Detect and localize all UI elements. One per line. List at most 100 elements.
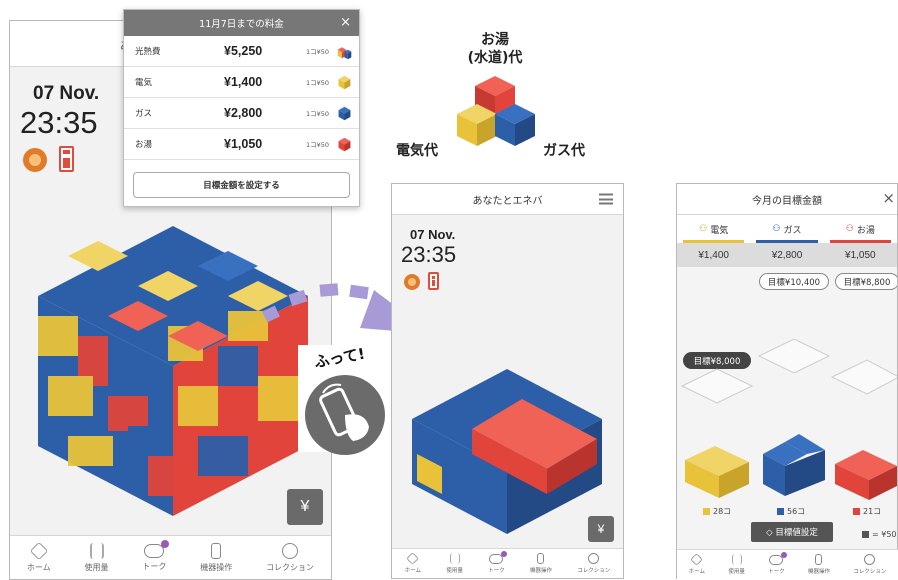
remote-icon (815, 554, 823, 565)
blue-cube-icon (338, 106, 351, 120)
person-icon: ⚇ (772, 224, 781, 234)
gas-cost: ¥2,800 (771, 249, 803, 261)
tab-collection[interactable]: コレクション (577, 553, 610, 574)
tab-usage[interactable]: 使用量 (84, 542, 109, 573)
popup-header: 11月7日までの料金 × (124, 10, 359, 36)
right-tab-bar: ホーム 使用量 トーク 機器操作 コレクション (677, 549, 898, 579)
popup-title: 11月7日までの料金 (199, 19, 284, 30)
tab-talk-label: トーク (488, 567, 505, 574)
cost-amount: ¥1,050 (224, 137, 263, 151)
person-icon: ⚇ (699, 224, 708, 234)
yen-button[interactable]: ¥ (588, 516, 614, 542)
tab-talk-label: トーク (142, 561, 167, 571)
time-label: 23:35 (401, 242, 457, 267)
cost-row-gas: ガス ¥2,800 1コ¥50 (124, 98, 359, 129)
cost-unit: 1コ¥50 (306, 48, 330, 56)
battery-icon[interactable] (428, 272, 439, 290)
cost-unit: 1コ¥50 (306, 79, 330, 87)
unit-note: = ¥50 (862, 530, 897, 539)
hot-water-count: 21コ (853, 506, 881, 517)
bar-chart-icon (449, 553, 460, 564)
category-tabs: ⚇ 電気 ⚇ ガス ⚇ お湯 (677, 215, 897, 243)
legend-gas-label: ガス代 (543, 143, 585, 159)
cube-red (148, 456, 178, 496)
chat-bubble-icon (769, 551, 788, 565)
cube-yellow (68, 436, 113, 466)
tab-usage[interactable]: 使用量 (728, 554, 745, 575)
gas-block (763, 434, 825, 496)
tab-collection[interactable]: コレクション (266, 542, 314, 573)
energy-cube-stack[interactable] (412, 369, 607, 539)
tab-hot-water[interactable]: ⚇ お湯 (824, 215, 897, 243)
cost-label: お湯 (135, 140, 153, 150)
tab-device[interactable]: 機器操作 (808, 554, 830, 575)
shake-phone-icon (305, 375, 385, 455)
tab-bar: ホーム 使用量 トーク 機器操作 コレクション (10, 535, 331, 579)
trophy-icon (588, 553, 600, 564)
weather-sun-icon[interactable] (23, 148, 47, 172)
cost-label: ガス (135, 109, 153, 119)
tab-collection[interactable]: コレクション (853, 554, 886, 575)
tab-gas-label: ガス (783, 225, 802, 236)
tab-talk-label: トーク (768, 568, 785, 575)
cube-blue (218, 346, 258, 386)
tab-usage[interactable]: 使用量 (446, 553, 463, 574)
home-cube-icon (406, 552, 420, 565)
legend-water-label: お湯 (水道)代 (467, 32, 523, 66)
home-cube-icon (29, 541, 48, 560)
electricity-count: 28コ (703, 506, 731, 517)
trophy-icon (282, 542, 299, 559)
tab-talk[interactable]: トーク (488, 550, 508, 574)
gas-goal-pill[interactable]: 目標¥10,400 (759, 273, 829, 290)
battery-icon[interactable] (59, 146, 74, 172)
cost-label: 光熱費 (135, 47, 161, 57)
tab-gas[interactable]: ⚇ ガス (750, 215, 823, 243)
cost-amount: ¥2,800 (224, 106, 263, 120)
tab-usage-label: 使用量 (84, 562, 109, 572)
menu-icon[interactable] (599, 193, 613, 205)
tab-electricity[interactable]: ⚇ 電気 (677, 215, 750, 243)
close-icon[interactable]: × (882, 189, 895, 207)
tab-talk[interactable]: トーク (768, 551, 788, 575)
cost-label: 電気 (135, 78, 153, 88)
hot-water-goal-pill[interactable]: 目標¥8,800 (835, 273, 897, 290)
cube-blue (198, 436, 248, 476)
cube-yellow (178, 386, 218, 426)
tab-collection-label: コレクション (853, 569, 887, 575)
chat-bubble-icon (144, 539, 170, 558)
middle-phone-screen: あなたとエネバ 07 Nov. 23:35 ¥ ホーム 使用量 トーク 機器操作… (391, 183, 624, 579)
shake-text: ふって! (312, 344, 367, 372)
remote-icon (537, 553, 545, 564)
cost-row-total: 光熱費 ¥5,250 1コ¥50 (124, 36, 359, 67)
tab-home[interactable]: ホーム (688, 553, 705, 575)
bar-chart-icon (731, 554, 742, 565)
tab-home-label: ホーム (404, 568, 421, 574)
tab-device[interactable]: 機器操作 (200, 542, 233, 573)
tab-usage-label: 使用量 (446, 568, 463, 574)
cost-row-hot-water: お湯 ¥1,050 1コ¥50 (124, 129, 359, 160)
set-goal-value-button[interactable]: ◇ 目標値設定 (751, 522, 833, 542)
tab-device[interactable]: 機器操作 (530, 553, 552, 574)
tab-home[interactable]: ホーム (27, 541, 51, 573)
date-label: 07 Nov. (410, 227, 456, 242)
weather-sun-icon[interactable] (404, 274, 420, 290)
right-phone-screen: 今月の目標金額 × ⚇ 電気 ⚇ ガス ⚇ お湯 ¥1,400 ¥2,800 ¥… (676, 183, 898, 579)
notification-dot (161, 539, 170, 548)
cube-red (108, 396, 148, 431)
cost-summary-row: ¥1,400 ¥2,800 ¥1,050 (677, 243, 897, 267)
tab-home-label: ホーム (688, 569, 705, 575)
tab-home[interactable]: ホーム (404, 552, 421, 574)
shake-hint: ふって! (298, 344, 397, 455)
hot-water-cost: ¥1,050 (845, 249, 876, 261)
close-icon[interactable]: × (340, 15, 351, 30)
tab-hot-water-label: お湯 (856, 225, 875, 236)
gas-count: 56コ (777, 506, 805, 517)
yen-button[interactable]: ¥ (287, 489, 323, 525)
tab-device-label: 機器操作 (807, 569, 830, 575)
date-label: 07 Nov. (33, 83, 100, 104)
set-goal-button[interactable]: 目標金額を設定する (133, 172, 350, 198)
cube-yellow (48, 376, 93, 416)
cost-amount: ¥5,250 (224, 44, 263, 58)
tab-talk[interactable]: トーク (142, 539, 170, 572)
tab-device-label: 機器操作 (200, 562, 233, 572)
